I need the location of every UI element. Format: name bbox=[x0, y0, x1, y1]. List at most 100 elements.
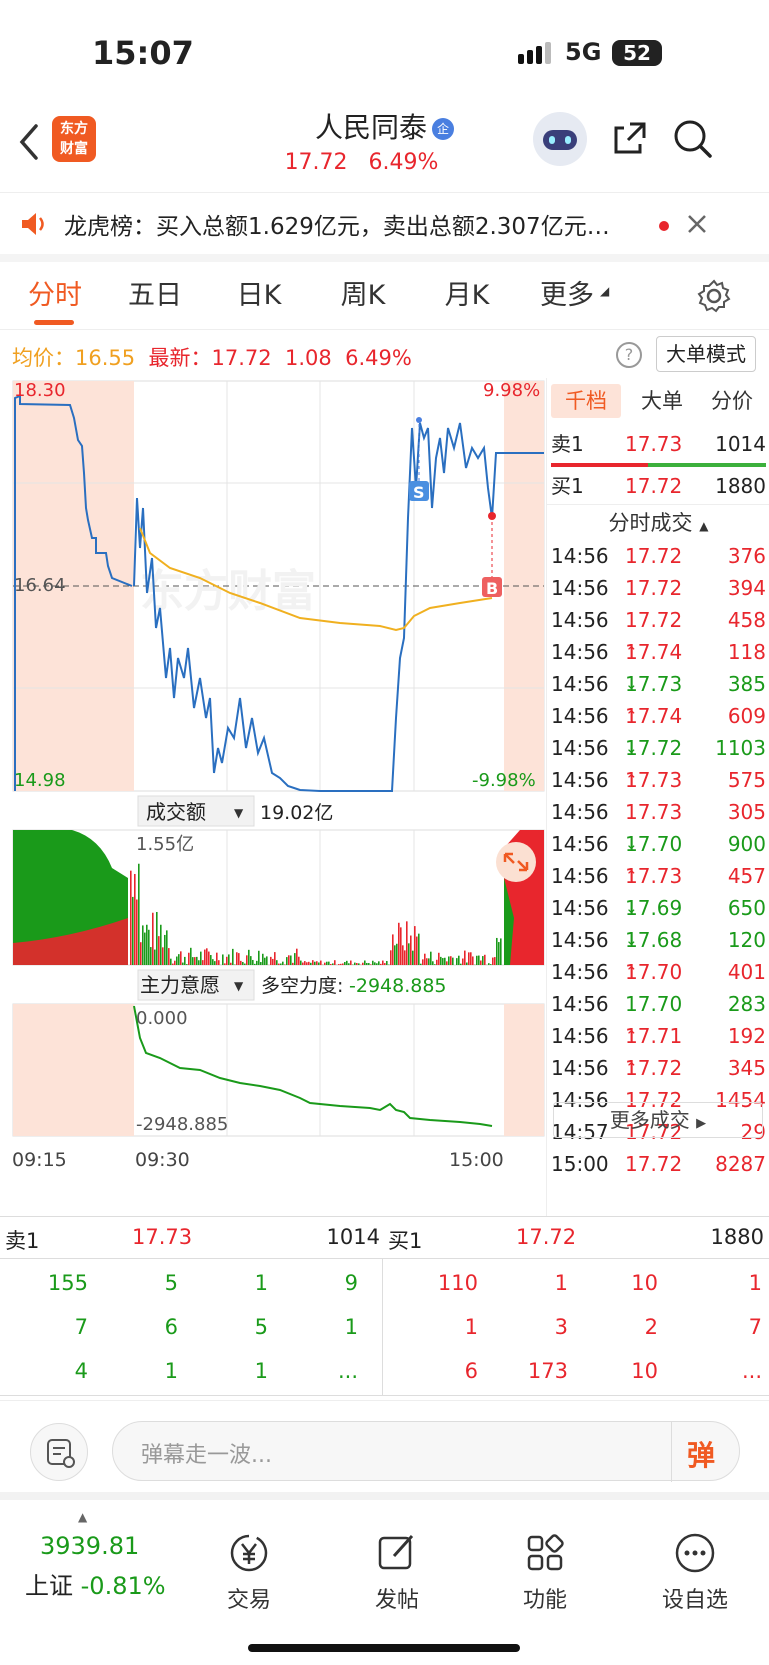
volume-bar bbox=[198, 960, 200, 965]
volume-bar bbox=[252, 959, 254, 965]
volume-bar bbox=[156, 911, 158, 965]
tick-time: 14:56 bbox=[551, 928, 609, 952]
volume-bar bbox=[248, 949, 250, 965]
last-change: 1.08 bbox=[284, 346, 332, 370]
volume-bar bbox=[376, 963, 378, 965]
volume-total: 19.02亿 bbox=[260, 802, 333, 824]
volume-bar bbox=[436, 959, 438, 965]
volume-bar bbox=[178, 954, 180, 965]
volume-bar bbox=[264, 957, 266, 965]
volume-bar bbox=[258, 950, 260, 965]
volume-bar bbox=[344, 962, 346, 965]
volume-bar bbox=[290, 955, 292, 965]
add-watchlist-label: 设自选 bbox=[661, 1588, 728, 1613]
volume-bar bbox=[452, 957, 454, 965]
stock-name: 人民同泰 bbox=[314, 111, 427, 144]
tick-time: 14:56 bbox=[551, 896, 609, 920]
sell-queue-cell: 5 bbox=[254, 1315, 268, 1339]
buy-queue-cell: 110 bbox=[437, 1271, 478, 1295]
battery-icon: 52 bbox=[612, 40, 662, 66]
volume-bar bbox=[294, 953, 296, 965]
volume-bar bbox=[390, 950, 392, 965]
settings-gear-icon[interactable] bbox=[696, 278, 732, 314]
notice-text: 龙虎榜：买入总额1.629亿元，卖出总额2.307亿元… bbox=[64, 214, 610, 240]
volume-bar bbox=[460, 963, 462, 965]
tick-time: 14:56 bbox=[551, 864, 609, 888]
volume-bar bbox=[270, 956, 272, 965]
tab-weekly-k[interactable]: 周K bbox=[322, 262, 404, 330]
tab-big-order[interactable]: 大单 bbox=[627, 384, 697, 418]
tick-section-header[interactable]: 分时成交 ▲ bbox=[547, 504, 769, 544]
volume-bar bbox=[338, 964, 340, 965]
index-widget[interactable]: ▲ 3939.81 上证 -0.81% bbox=[18, 1510, 178, 1610]
volume-bar bbox=[278, 963, 280, 965]
volume-bar bbox=[204, 949, 206, 965]
volume-bar bbox=[434, 964, 436, 965]
tab-price-dist[interactable]: 分价 bbox=[697, 384, 767, 418]
danmu-bar: 弹幕走一波... 弹 bbox=[0, 1400, 769, 1500]
more-trades-button[interactable]: 更多成交 ▶ bbox=[553, 1102, 763, 1138]
tick-row: 14:56 17.73 ↓ 385 bbox=[551, 668, 766, 700]
volume-bar bbox=[146, 924, 148, 965]
network-label: 5G bbox=[565, 38, 602, 66]
danmu-toggle-button[interactable]: 弹 bbox=[687, 1434, 715, 1474]
tab-depth[interactable]: 千档 bbox=[551, 384, 621, 418]
volume-bar bbox=[346, 960, 348, 965]
y-low-pct-label: -9.98% bbox=[472, 770, 536, 791]
sell1-volume: 1014 bbox=[715, 432, 766, 456]
volume-bar bbox=[498, 942, 500, 965]
volume-bar bbox=[334, 960, 336, 965]
tick-volume: 650 bbox=[727, 896, 766, 920]
tick-time: 14:56 bbox=[551, 768, 609, 792]
help-icon[interactable]: ? bbox=[616, 342, 642, 368]
volume-bar bbox=[482, 956, 484, 965]
danmu-input[interactable]: 弹幕走一波... 弹 bbox=[112, 1421, 740, 1482]
volume-bar bbox=[442, 958, 444, 965]
volume-bar bbox=[384, 963, 386, 965]
volume-bar bbox=[496, 937, 498, 965]
post-button[interactable]: 发帖 bbox=[342, 1530, 452, 1614]
share-icon[interactable] bbox=[610, 118, 650, 158]
volume-bar bbox=[214, 961, 216, 965]
depth-sell-volume: 1014 bbox=[326, 1225, 380, 1249]
volume-bar bbox=[412, 950, 414, 965]
tick-direction-icon: ↑ bbox=[625, 707, 638, 725]
tick-row: 14:56 17.72 458 bbox=[551, 604, 766, 636]
volume-bar bbox=[262, 953, 264, 965]
close-icon[interactable] bbox=[686, 213, 708, 235]
volume-bar bbox=[244, 963, 246, 965]
intraday-chart-area[interactable]: 东方财富 S B 18.30 9.98% 16.64 14.98 -9.98% … bbox=[0, 378, 546, 1216]
tab-more[interactable]: 更多 bbox=[526, 262, 608, 330]
depth-buy-volume: 1880 bbox=[710, 1225, 764, 1249]
tick-row: 14:56 17.70 283 bbox=[551, 988, 766, 1020]
big-order-mode-button[interactable]: 大单模式 bbox=[656, 336, 756, 372]
volume-bar bbox=[424, 953, 426, 965]
tab-monthly-k[interactable]: 月K bbox=[426, 262, 508, 330]
tab-five-day[interactable]: 五日 bbox=[114, 262, 196, 330]
volume-bar bbox=[206, 948, 208, 965]
trade-button[interactable]: 交易 bbox=[194, 1530, 304, 1614]
dragon-tiger-notice[interactable]: 龙虎榜：买入总额1.629亿元，卖出总额2.307亿元… bbox=[0, 192, 769, 262]
sell-queue-cell: 1 bbox=[254, 1271, 268, 1295]
time-label-0915: 09:15 bbox=[12, 1149, 67, 1171]
buy1-volume: 1880 bbox=[715, 474, 766, 498]
comment-list-icon[interactable] bbox=[30, 1423, 88, 1481]
tick-volume: 283 bbox=[727, 992, 766, 1016]
volume-bar bbox=[228, 954, 230, 965]
add-watchlist-button[interactable]: 设自选 bbox=[640, 1530, 750, 1614]
tick-time: 14:56 bbox=[551, 960, 609, 984]
search-icon[interactable] bbox=[672, 118, 714, 160]
tick-time: 14:56 bbox=[551, 608, 609, 632]
signal-icon bbox=[518, 42, 554, 64]
assistant-robot-icon[interactable] bbox=[533, 112, 587, 166]
battery-level: 52 bbox=[623, 41, 651, 65]
last-price: 17.72 bbox=[211, 346, 272, 370]
volume-bar bbox=[330, 963, 332, 965]
force-line bbox=[133, 1005, 493, 1127]
expand-icon[interactable] bbox=[496, 842, 536, 882]
volume-bar bbox=[328, 961, 330, 965]
intraday-chart[interactable]: 东方财富 S B 18.30 9.98% 16.64 14.98 -9.98% … bbox=[0, 378, 546, 1216]
functions-button[interactable]: 功能 bbox=[490, 1530, 600, 1614]
depth-sell-price: 17.73 bbox=[132, 1225, 193, 1249]
tab-daily-k[interactable]: 日K bbox=[218, 262, 300, 330]
